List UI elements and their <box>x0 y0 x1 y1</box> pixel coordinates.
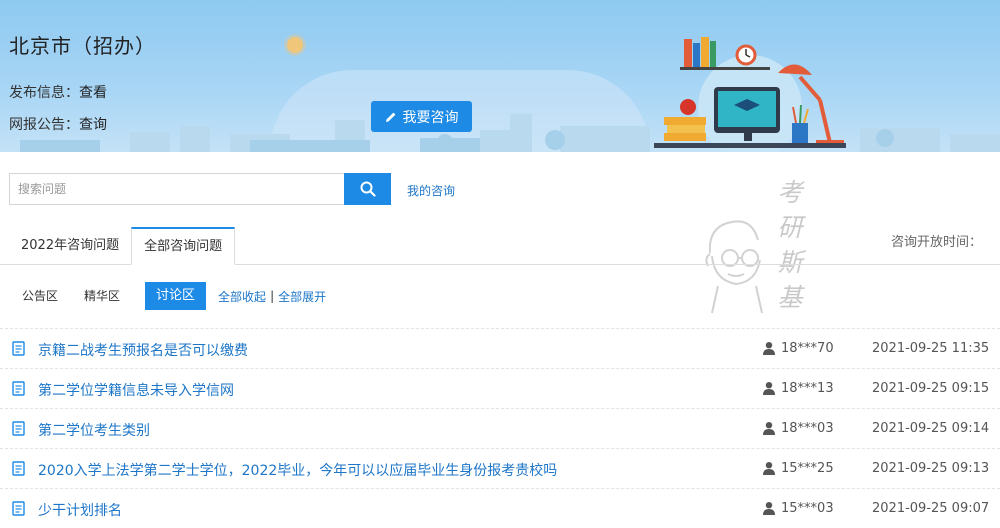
question-row: 第二学位学籍信息未导入学信网 18***13 2021-09-25 09:15 <box>0 368 1000 408</box>
user-icon <box>763 342 775 355</box>
question-time: 2021-09-25 11:35 <box>872 341 990 356</box>
watermark-char: 研 <box>777 213 803 242</box>
question-user: 15***03 <box>781 501 834 516</box>
desk-computer-illustration <box>654 37 846 152</box>
search-input[interactable] <box>9 173 344 205</box>
tab-all-questions[interactable]: 全部咨询问题 <box>131 227 236 265</box>
document-icon <box>12 501 25 516</box>
ask-question-label: 我要咨询 <box>402 108 459 125</box>
report-notice-label: 网报公告： <box>9 117 79 133</box>
watermark-char: 基 <box>777 283 803 312</box>
tab-2022-questions[interactable]: 2022年咨询问题 <box>9 227 131 265</box>
question-time: 2021-09-25 09:14 <box>872 421 990 436</box>
user-icon <box>763 502 775 515</box>
subtab-announcements[interactable]: 公告区 <box>9 282 71 310</box>
pencil-icon <box>385 112 395 122</box>
question-title-link[interactable]: 2020入学上法学第二学士学位，2022毕业，今年可以以应届毕业生身份报考贵校吗 <box>38 460 557 480</box>
question-row: 京籍二战考生预报名是否可以缴费 18***70 2021-09-25 11:35 <box>0 328 1000 368</box>
watermark-char: 考 <box>777 178 803 207</box>
question-title-link[interactable]: 京籍二战考生预报名是否可以缴费 <box>38 340 248 360</box>
search-button[interactable] <box>344 173 391 205</box>
user-icon <box>763 462 775 475</box>
publish-info-row: 发布信息：查看 <box>9 82 107 102</box>
publish-info-link[interactable]: 查看 <box>79 85 107 101</box>
document-icon <box>12 381 25 396</box>
question-time: 2021-09-25 09:13 <box>872 461 990 476</box>
question-user: 18***13 <box>781 381 834 396</box>
user-icon <box>763 422 775 435</box>
question-title-link[interactable]: 少干计划排名 <box>38 500 122 520</box>
question-time: 2021-09-25 09:15 <box>872 381 990 396</box>
user-icon <box>763 382 775 395</box>
question-user: 15***25 <box>781 461 834 476</box>
question-row: 第二学位考生类别 18***03 2021-09-25 09:14 <box>0 408 1000 448</box>
question-user: 18***03 <box>781 421 834 436</box>
sun-decoration <box>287 37 303 53</box>
question-list: 京籍二战考生预报名是否可以缴费 18***70 2021-09-25 11:35… <box>0 328 1000 528</box>
header-banner: 北京市（招办） 发布信息：查看 网报公告：查询 我要咨询 <box>0 0 1000 152</box>
search-icon <box>360 181 376 197</box>
question-title-link[interactable]: 第二学位学籍信息未导入学信网 <box>38 380 234 400</box>
subtab-separator: | <box>270 289 275 303</box>
document-icon <box>12 421 25 436</box>
question-row: 少干计划排名 15***03 2021-09-25 09:07 <box>0 488 1000 528</box>
publish-info-label: 发布信息： <box>9 85 79 101</box>
question-title-link[interactable]: 第二学位考生类别 <box>38 420 150 440</box>
collapse-all-link[interactable]: 全部收起 <box>218 288 266 305</box>
ask-question-button[interactable]: 我要咨询 <box>371 101 472 132</box>
city-skyline-illustration <box>20 114 1000 152</box>
question-time: 2021-09-25 09:07 <box>872 501 990 516</box>
question-tabs: 2022年咨询问题 全部咨询问题 <box>9 227 236 265</box>
subtab-featured[interactable]: 精华区 <box>71 282 133 310</box>
report-notice-row: 网报公告：查询 <box>9 114 107 134</box>
my-consultations-link[interactable]: 我的咨询 <box>407 182 455 199</box>
document-icon <box>12 461 25 476</box>
question-row: 2020入学上法学第二学士学位，2022毕业，今年可以以应届毕业生身份报考贵校吗… <box>0 448 1000 488</box>
page-title: 北京市（招办） <box>9 34 156 58</box>
document-icon <box>12 341 25 356</box>
watermark-char: 斯 <box>777 248 803 277</box>
report-notice-link[interactable]: 查询 <box>79 117 107 133</box>
expand-all-link[interactable]: 全部展开 <box>278 288 326 305</box>
section-subtabs: 公告区 精华区 讨论区 全部收起 | 全部展开 <box>9 282 326 310</box>
watermark-text: 考 研 斯 基 <box>773 175 807 315</box>
question-user: 18***70 <box>781 341 834 356</box>
consult-open-time-label: 咨询开放时间： <box>890 235 982 250</box>
subtab-discussion[interactable]: 讨论区 <box>145 282 207 310</box>
